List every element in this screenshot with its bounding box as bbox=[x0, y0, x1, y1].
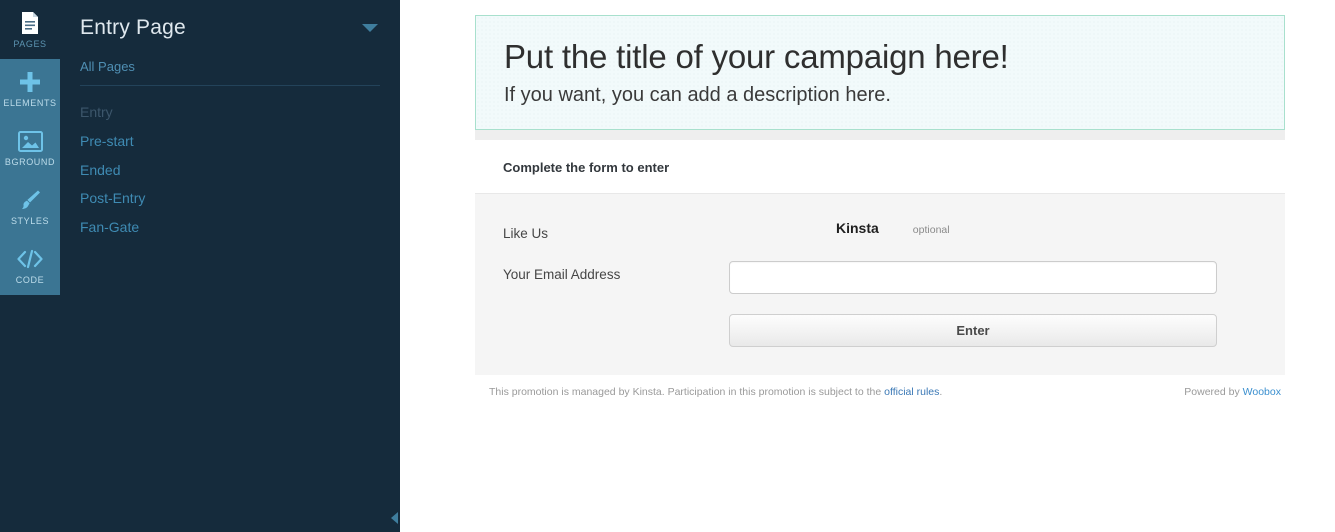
rail-item-bground[interactable]: BGROUND bbox=[0, 118, 60, 177]
sidebar-divider bbox=[80, 85, 380, 86]
email-label: Your Email Address bbox=[503, 266, 621, 282]
code-icon bbox=[16, 246, 44, 272]
rail-item-code[interactable]: CODE bbox=[0, 236, 60, 295]
sidebar-item-entry[interactable]: Entry bbox=[80, 98, 380, 127]
page-title: Entry Page bbox=[80, 16, 186, 39]
rail-item-styles[interactable]: STYLES bbox=[0, 177, 60, 236]
legal-text-before: This promotion is managed by Kinsta. Par… bbox=[489, 385, 885, 398]
chevron-left-icon[interactable] bbox=[391, 512, 398, 524]
email-control bbox=[729, 260, 1257, 294]
enter-button[interactable]: Enter bbox=[729, 313, 1217, 347]
rail-item-elements[interactable]: ELEMENTS bbox=[0, 59, 60, 118]
form-row-submit: Enter bbox=[503, 313, 1257, 347]
form-row-like-us: Like Us Kinsta optional bbox=[503, 220, 1257, 241]
image-icon bbox=[17, 128, 43, 154]
brush-icon bbox=[18, 187, 42, 213]
like-us-control: Kinsta optional bbox=[729, 220, 1257, 236]
brand-name: Kinsta bbox=[836, 219, 879, 236]
hero-block[interactable]: Put the title of your campaign here! If … bbox=[475, 15, 1285, 130]
woobox-link[interactable]: Woobox bbox=[1243, 386, 1281, 398]
rail-label-bground: BGROUND bbox=[4, 157, 56, 167]
form-section-label: Complete the form to enter bbox=[475, 139, 1285, 193]
legal-disclaimer: This promotion is managed by Kinsta. Par… bbox=[489, 386, 942, 398]
panel-header: Entry Page bbox=[80, 0, 380, 43]
all-pages-link[interactable]: All Pages bbox=[80, 43, 380, 85]
powered-prefix: Powered by bbox=[1184, 385, 1243, 398]
campaign-preview: Put the title of your campaign here! If … bbox=[475, 15, 1285, 398]
optional-badge: optional bbox=[912, 223, 950, 236]
campaign-title: Put the title of your campaign here! bbox=[504, 38, 1009, 75]
document-icon bbox=[20, 10, 40, 36]
rail-label-code: CODE bbox=[15, 275, 45, 285]
rail-label-elements: ELEMENTS bbox=[3, 98, 57, 108]
chevron-down-icon[interactable] bbox=[362, 24, 378, 32]
official-rules-link[interactable]: official rules bbox=[884, 386, 939, 398]
campaign-description: If you want, you can add a description h… bbox=[504, 83, 891, 106]
sidebar-item-post-entry[interactable]: Post-Entry bbox=[80, 184, 380, 213]
submit-spacer bbox=[503, 314, 729, 320]
page-nav-list: Entry Pre-start Ended Post-Entry Fan-Gat… bbox=[80, 98, 380, 242]
legal-bar: This promotion is managed by Kinsta. Par… bbox=[475, 374, 1285, 398]
like-us-label: Like Us bbox=[503, 225, 549, 241]
rail-label-pages: PAGES bbox=[13, 39, 47, 49]
entry-form: Like Us Kinsta optional Your Email Addre… bbox=[475, 192, 1285, 375]
icon-rail: PAGES ELEMENTS BGROUND STYLES CODE bbox=[0, 0, 60, 532]
pages-panel: Entry Page All Pages Entry Pre-start End… bbox=[60, 0, 400, 532]
submit-control: Enter bbox=[729, 313, 1257, 347]
legal-text-after: . bbox=[939, 385, 943, 398]
canvas-area: Put the title of your campaign here! If … bbox=[400, 0, 1335, 532]
powered-by: Powered by Woobox bbox=[1184, 386, 1281, 398]
rail-item-pages[interactable]: PAGES bbox=[0, 0, 60, 59]
sidebar-item-ended[interactable]: Ended bbox=[80, 156, 380, 185]
app-root: PAGES ELEMENTS BGROUND STYLES CODE Entry… bbox=[0, 0, 1335, 532]
plus-icon bbox=[18, 69, 42, 95]
hero-spacer bbox=[475, 129, 1285, 140]
sidebar-item-fan-gate[interactable]: Fan-Gate bbox=[80, 213, 380, 242]
rail-label-styles: STYLES bbox=[10, 216, 50, 226]
form-row-email: Your Email Address bbox=[503, 260, 1257, 294]
sidebar-item-pre-start[interactable]: Pre-start bbox=[80, 127, 380, 156]
email-field[interactable] bbox=[729, 260, 1217, 294]
